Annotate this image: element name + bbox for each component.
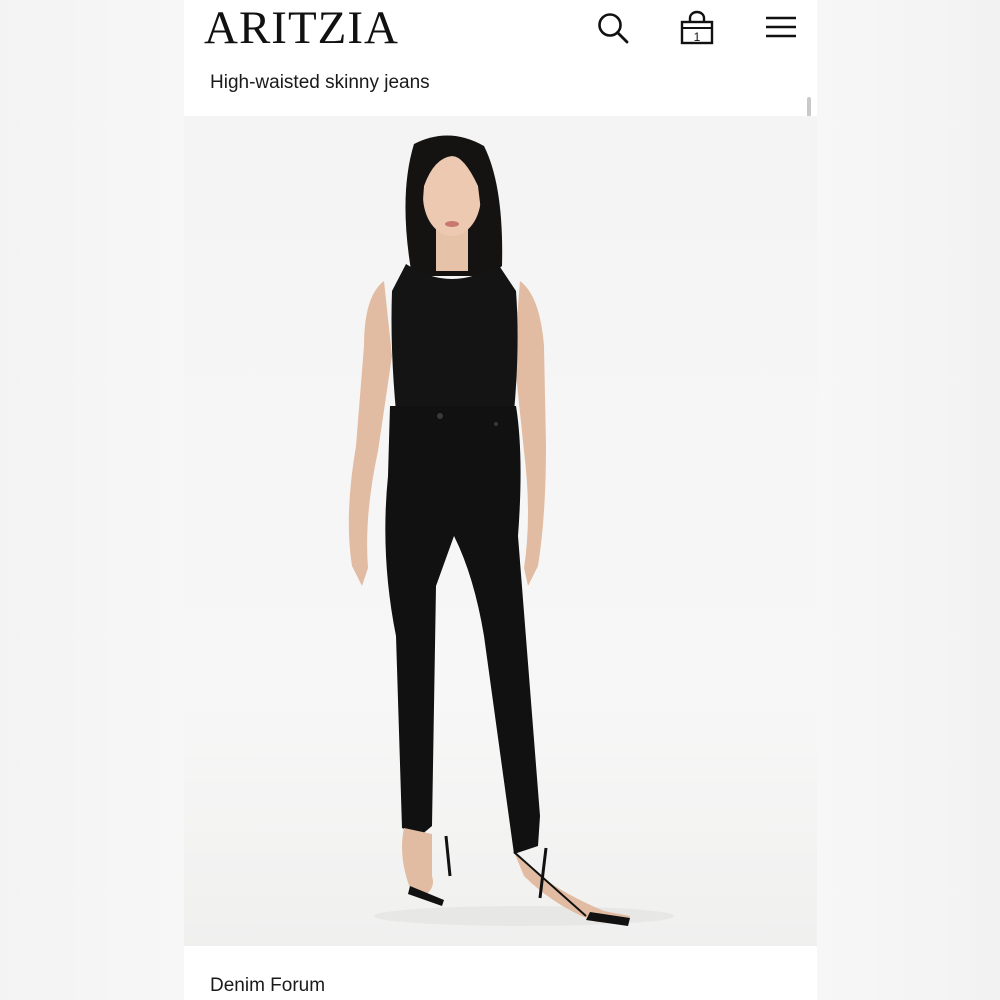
search-button[interactable] [593,8,633,48]
product-title: High-waisted skinny jeans [210,72,430,93]
bag-count: 1 [694,30,701,44]
menu-button[interactable] [761,8,801,48]
bag-button[interactable]: 1 [677,8,717,48]
mobile-page: ARITZIA 1 High-waisted skinny jeans Deni… [184,0,817,1000]
brand-collection-label[interactable]: Denim Forum [210,975,325,997]
backdrop-right [817,0,1000,1000]
model-illustration [348,135,674,926]
menu-icon [766,16,796,38]
shopping-bag-icon: 1 [680,10,714,45]
brand-logo[interactable]: ARITZIA [204,3,399,53]
backdrop-left [0,0,184,1000]
search-icon [598,13,629,44]
product-image[interactable] [184,116,817,946]
